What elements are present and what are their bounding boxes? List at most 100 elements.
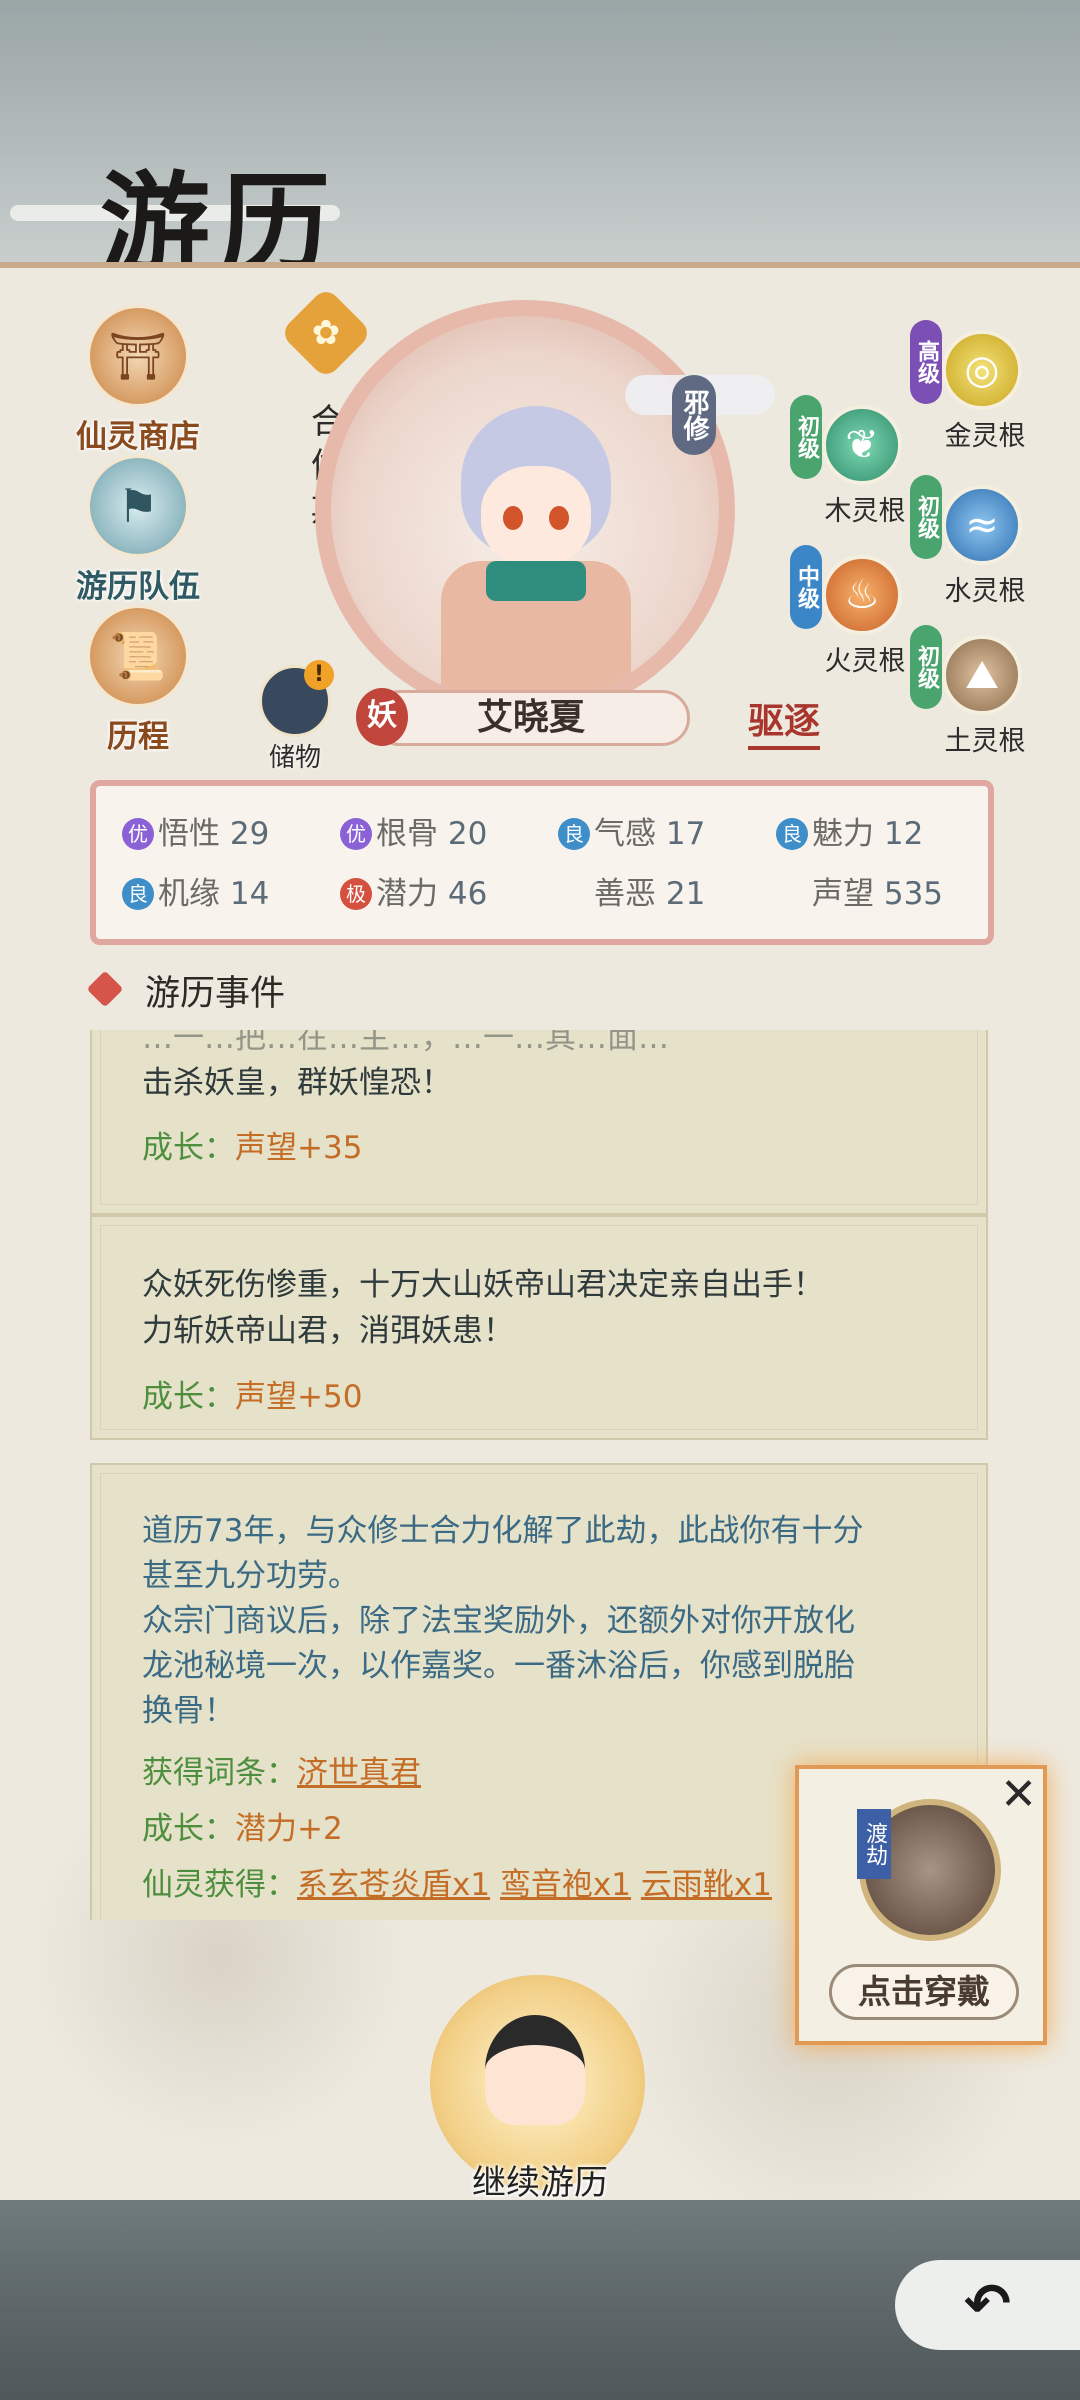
event-text: …一…把…在…主…，…一…其…面…: [142, 1030, 669, 1056]
realm-icon: ✿: [279, 286, 373, 380]
character-name: 艾晓夏: [372, 690, 690, 746]
stat-value: 46: [447, 876, 488, 912]
character-portrait[interactable]: [315, 300, 735, 720]
stat-value: 14: [229, 876, 270, 912]
alert-icon: !: [304, 660, 334, 690]
event-growth: 成长：声望+50: [142, 1371, 362, 1416]
mountain-icon: ⛰: [942, 635, 1022, 715]
growth-value: 声望+35: [235, 1130, 363, 1166]
grade-badge: 优: [122, 818, 154, 850]
event-loot: 仙灵获得：系玄苍炎盾x1 鸾音袍x1 云雨靴x1: [142, 1859, 772, 1904]
grade-badge: 良: [122, 878, 154, 910]
event-text: 众妖死伤惨重，十万大山妖帝山君决定亲自出手！: [142, 1267, 824, 1303]
loot-label: 仙灵获得：: [142, 1867, 297, 1903]
stats-panel: 优悟性 29 优根骨 20 良气感 17 良魅力 12 良机缘 14 极潜力 4…: [90, 780, 994, 945]
character-eye: [503, 506, 523, 530]
stat-value: 20: [447, 816, 488, 852]
event-card: 众妖死伤惨重，十万大山妖帝山君决定亲自出手！ 力斩妖帝山君，消弭妖患！ 成长：声…: [90, 1215, 988, 1440]
close-icon[interactable]: ✕: [1000, 1769, 1037, 1820]
root-label: 火灵根: [824, 646, 906, 677]
leaf-icon: ❦: [822, 405, 902, 485]
shop-label: 仙灵商店: [76, 419, 200, 455]
character-eye: [549, 506, 569, 530]
root-grade: 中级: [790, 545, 822, 629]
stat-label: 根骨: [376, 816, 438, 852]
stat-label: 善恶: [594, 876, 656, 912]
equip-popup: 渡劫 点击穿戴 ✕: [795, 1765, 1047, 2045]
event-text: 击杀妖皇，群妖惶恐！: [142, 1065, 452, 1101]
event-growth: 成长：潜力+2: [142, 1803, 343, 1848]
stat-value: 535: [883, 876, 944, 912]
growth-value: 潜力+2: [235, 1811, 343, 1847]
loot-item-link[interactable]: 云雨靴x1: [641, 1867, 772, 1903]
stat-fortune: 良机缘 14: [122, 868, 269, 913]
stat-morality: 善恶 21: [594, 868, 705, 913]
stat-label: 机缘: [158, 876, 220, 912]
shop-icon: ⛩: [87, 305, 189, 407]
event-text: 力斩妖帝山君，消弭妖患！: [142, 1313, 514, 1349]
item-tag: 渡劫: [857, 1809, 891, 1879]
stat-label: 气感: [594, 816, 656, 852]
team-button[interactable]: ⚑ 游历队伍: [68, 455, 208, 606]
history-button[interactable]: 📜 历程: [68, 605, 208, 756]
equip-button[interactable]: 点击穿戴: [829, 1964, 1019, 2020]
loot-item-link[interactable]: 鸾音袍x1: [500, 1867, 631, 1903]
continue-label: 继续游历: [472, 2163, 608, 2203]
stat-potential: 极潜力 46: [340, 868, 487, 913]
team-label: 游历队伍: [76, 569, 200, 605]
stat-value: 12: [883, 816, 924, 852]
stat-bone: 优根骨 20: [340, 808, 487, 853]
root-label: 木灵根: [824, 496, 906, 527]
stat-qi: 良气感 17: [558, 808, 705, 853]
storage-button[interactable]: ! 储物: [255, 660, 335, 774]
flame-icon: ♨: [822, 555, 902, 635]
stat-label: 声望: [812, 876, 874, 912]
entry-link[interactable]: 济世真君: [297, 1755, 421, 1791]
loot-item-link[interactable]: 系玄苍炎盾x1: [297, 1867, 490, 1903]
event-text: 龙池秘境一次，以作嘉奖。一番沐浴后，你感到脱胎: [142, 1648, 855, 1684]
event-text: 道历73年，与众修士合力化解了此劫，此战你有十分: [142, 1513, 864, 1549]
stat-value: 21: [665, 876, 706, 912]
stat-value: 29: [229, 816, 270, 852]
stat-label: 潜力: [376, 876, 438, 912]
character-face: [481, 466, 591, 566]
storage-label: 储物: [268, 743, 321, 773]
grade-badge: 极: [340, 878, 372, 910]
stat-charm: 良魅力 12: [776, 808, 923, 853]
growth-label: 成长：: [142, 1130, 235, 1166]
grade-badge: 优: [340, 818, 372, 850]
grade-badge: 良: [776, 818, 808, 850]
shop-button[interactable]: ⛩ 仙灵商店: [68, 305, 208, 456]
root-grade: 初级: [790, 395, 822, 479]
scroll-icon: 📜: [87, 605, 189, 707]
metal-swirl-icon: ◎: [942, 330, 1022, 410]
event-entry: 获得词条：济世真君: [142, 1747, 421, 1792]
sect-tag: 邪修: [672, 375, 716, 455]
root-grade: 初级: [910, 625, 942, 709]
continue-travel-button[interactable]: 继续游历: [425, 1975, 655, 2203]
storage-bag-icon: !: [259, 660, 334, 737]
stat-value: 17: [665, 816, 706, 852]
character-collar: [486, 561, 586, 601]
growth-value: 声望+50: [235, 1379, 363, 1415]
root-label: 土灵根: [944, 726, 1026, 757]
event-growth: 成长：声望+35: [142, 1122, 362, 1167]
root-grade: 高级: [910, 320, 942, 404]
expel-button[interactable]: 驱逐: [748, 692, 821, 750]
event-text: 换骨！: [142, 1693, 235, 1729]
event-text: 甚至九分功劳。: [142, 1558, 359, 1594]
stat-comprehension: 优悟性 29: [122, 808, 269, 853]
event-card: …一…把…在…主…，…一…其…面… 击杀妖皇，群妖惶恐！ 成长：声望+35: [90, 1030, 988, 1215]
growth-label: 成长：: [142, 1379, 235, 1415]
traveler-avatar: [485, 2015, 585, 2125]
stat-label: 悟性: [158, 816, 220, 852]
team-flag-icon: ⚑: [87, 455, 189, 557]
events-title: 游历事件: [145, 974, 286, 1014]
stat-reputation: 声望 535: [812, 868, 943, 913]
water-wave-icon: ≈: [942, 485, 1022, 565]
back-arrow-icon[interactable]: ↶: [895, 2260, 1080, 2350]
root-earth[interactable]: 初级 ⛰ 土灵根: [910, 625, 1070, 775]
stat-label: 魅力: [812, 816, 874, 852]
history-label: 历程: [107, 719, 169, 755]
entry-label: 获得词条：: [142, 1755, 297, 1791]
